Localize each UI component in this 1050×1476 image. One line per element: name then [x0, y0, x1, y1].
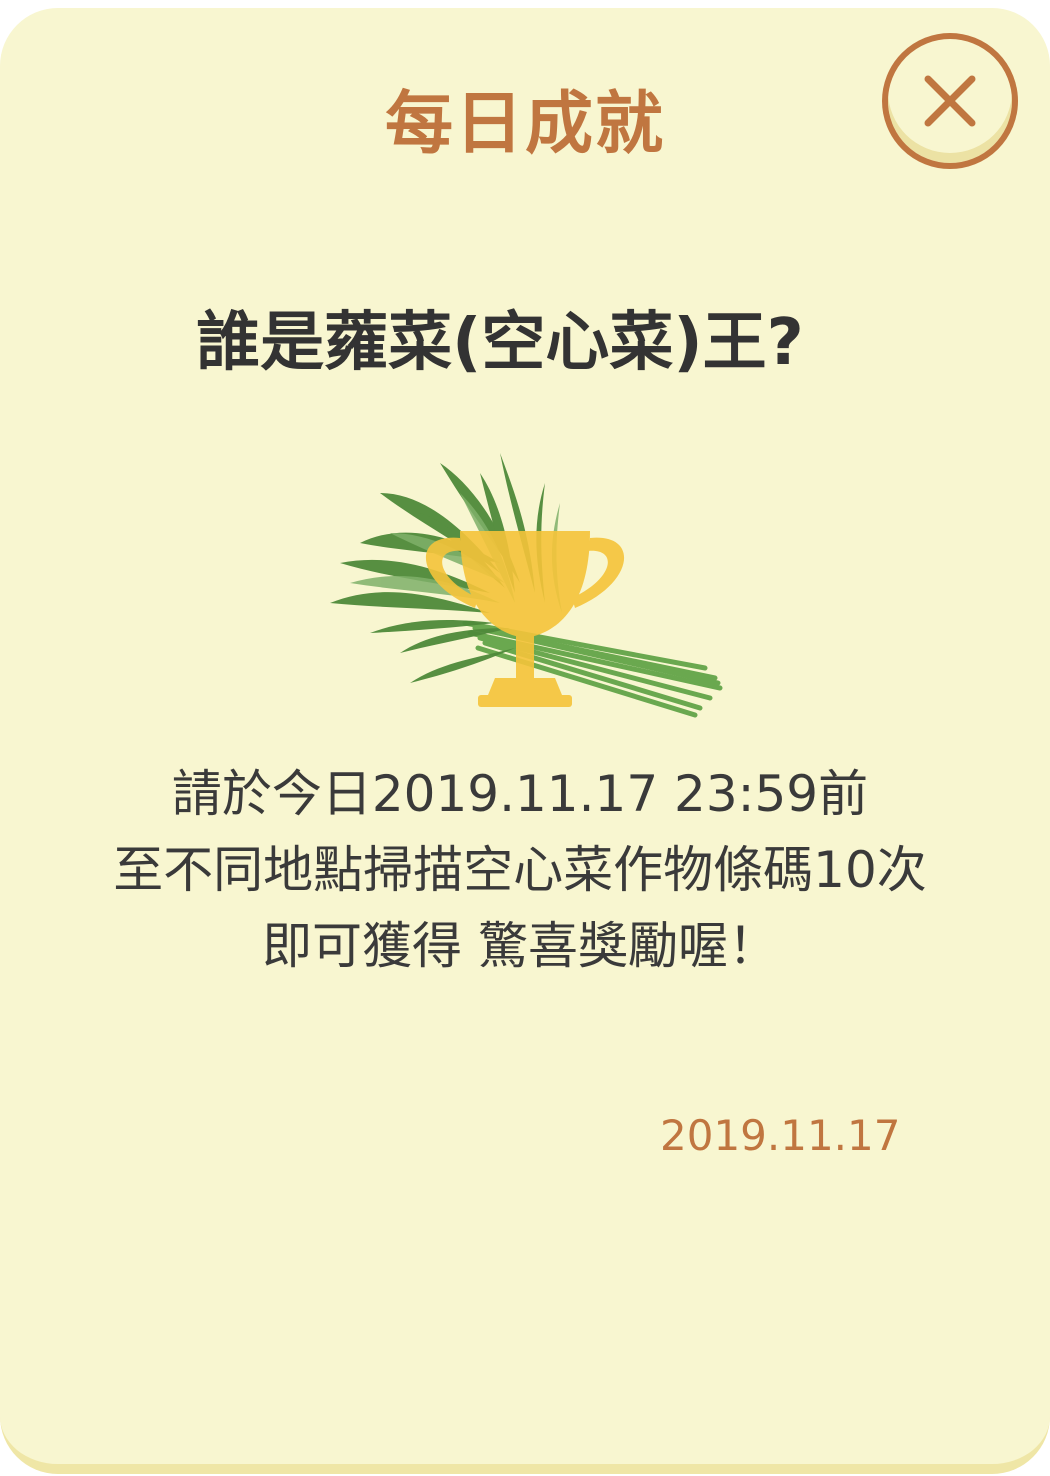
description-line: 至不同地點掃描空心菜作物條碼10次: [113, 841, 927, 899]
description-line: 即可獲得 驚喜獎勵喔！: [262, 917, 778, 975]
description-line: 請於今日2019.11.17 23:59前: [171, 765, 869, 823]
achievement-description: 請於今日2019.11.17 23:59前 至不同地點掃描空心菜作物條碼10次 …: [0, 756, 1040, 984]
close-button[interactable]: [882, 33, 1018, 169]
achievement-title: 誰是蕹菜(空心菜)王?: [196, 306, 804, 380]
achievement-date: 2019.11.17: [660, 1111, 901, 1160]
water-spinach-image: [330, 453, 723, 718]
close-icon: [924, 75, 976, 127]
achievement-dialog: 每日成就 誰是蕹菜(空心菜)王? 請於今日2019.11.17 23:59前 至…: [0, 8, 1050, 1474]
achievement-illustration: [300, 433, 740, 733]
